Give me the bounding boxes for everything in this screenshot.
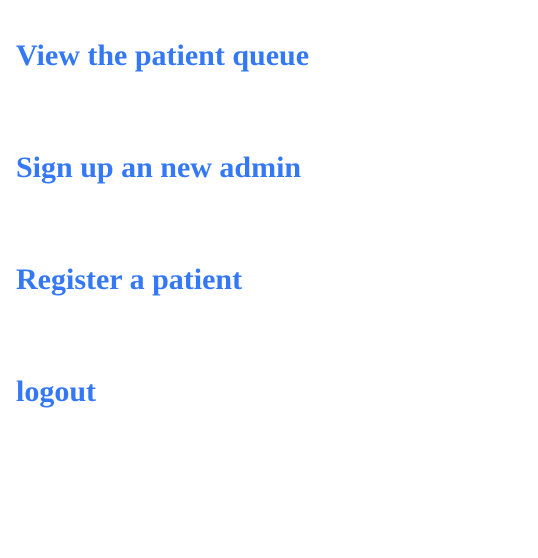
logout-link[interactable]: logout: [16, 374, 96, 410]
register-patient-link[interactable]: Register a patient: [16, 262, 242, 298]
view-patient-queue-link[interactable]: View the patient queue: [16, 38, 309, 74]
sign-up-admin-link[interactable]: Sign up an new admin: [16, 150, 301, 186]
